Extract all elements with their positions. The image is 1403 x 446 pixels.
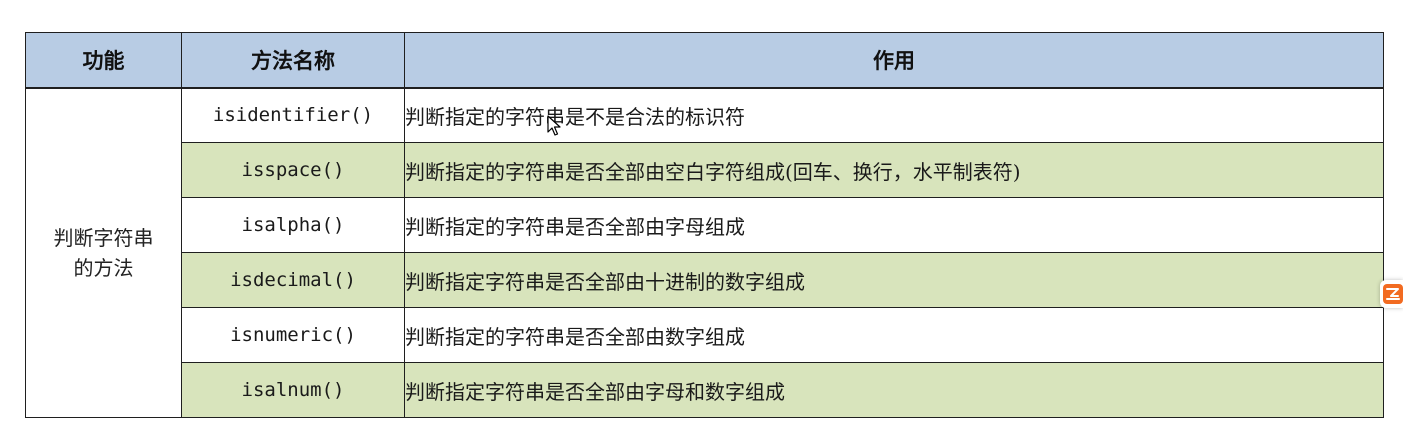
category-cell: 判断字符串 的方法 <box>25 87 182 418</box>
method-description-cell: 判断指定的字符串是否全部由字母组成 <box>404 197 1384 253</box>
method-name-cell: isalnum() <box>181 362 405 418</box>
category-line-1: 判断字符串 <box>53 225 154 250</box>
header-purpose: 作用 <box>404 32 1384 89</box>
table-row: isalpha() 判断指定的字符串是否全部由字母组成 <box>26 197 1384 253</box>
string-methods-table: 功能 方法名称 作用 判断字符串 的方法 isidentifier() 判断指定… <box>25 32 1384 418</box>
method-name-cell: isnumeric() <box>181 307 405 363</box>
table-row: isalnum() 判断指定字符串是否全部由字母和数字组成 <box>26 362 1384 418</box>
header-function: 功能 <box>25 32 182 89</box>
side-widget-tab[interactable] <box>1380 280 1403 308</box>
header-method-name: 方法名称 <box>181 32 405 89</box>
methods-table-container: 功能 方法名称 作用 判断字符串 的方法 isidentifier() 判断指定… <box>25 32 1384 418</box>
method-description-cell: 判断指定字符串是否全部由十进制的数字组成 <box>404 252 1384 308</box>
mouse-pointer-icon <box>547 115 561 137</box>
method-name-cell: isspace() <box>181 142 405 198</box>
table-header-row: 功能 方法名称 作用 <box>25 32 1384 89</box>
method-name-cell: isdecimal() <box>181 252 405 308</box>
category-line-2: 的方法 <box>73 255 134 280</box>
app-badge-icon[interactable] <box>1383 284 1403 304</box>
table-row: isnumeric() 判断指定的字符串是否全部由数字组成 <box>26 307 1384 363</box>
method-name-cell: isidentifier() <box>181 87 405 143</box>
method-description-cell: 判断指定字符串是否全部由字母和数字组成 <box>404 362 1384 418</box>
table-row: isspace() 判断指定的字符串是否全部由空白字符组成(回车、换行，水平制表… <box>26 142 1384 198</box>
table-row: isdecimal() 判断指定字符串是否全部由十进制的数字组成 <box>26 252 1384 308</box>
method-description-cell: 判断指定的字符串是否全部由空白字符组成(回车、换行，水平制表符) <box>404 142 1384 198</box>
method-name-cell: isalpha() <box>181 197 405 253</box>
table-row: 判断字符串 的方法 isidentifier() 判断指定的字符串是不是合法的标… <box>25 87 1384 418</box>
method-description-cell: 判断指定的字符串是否全部由数字组成 <box>404 307 1384 363</box>
